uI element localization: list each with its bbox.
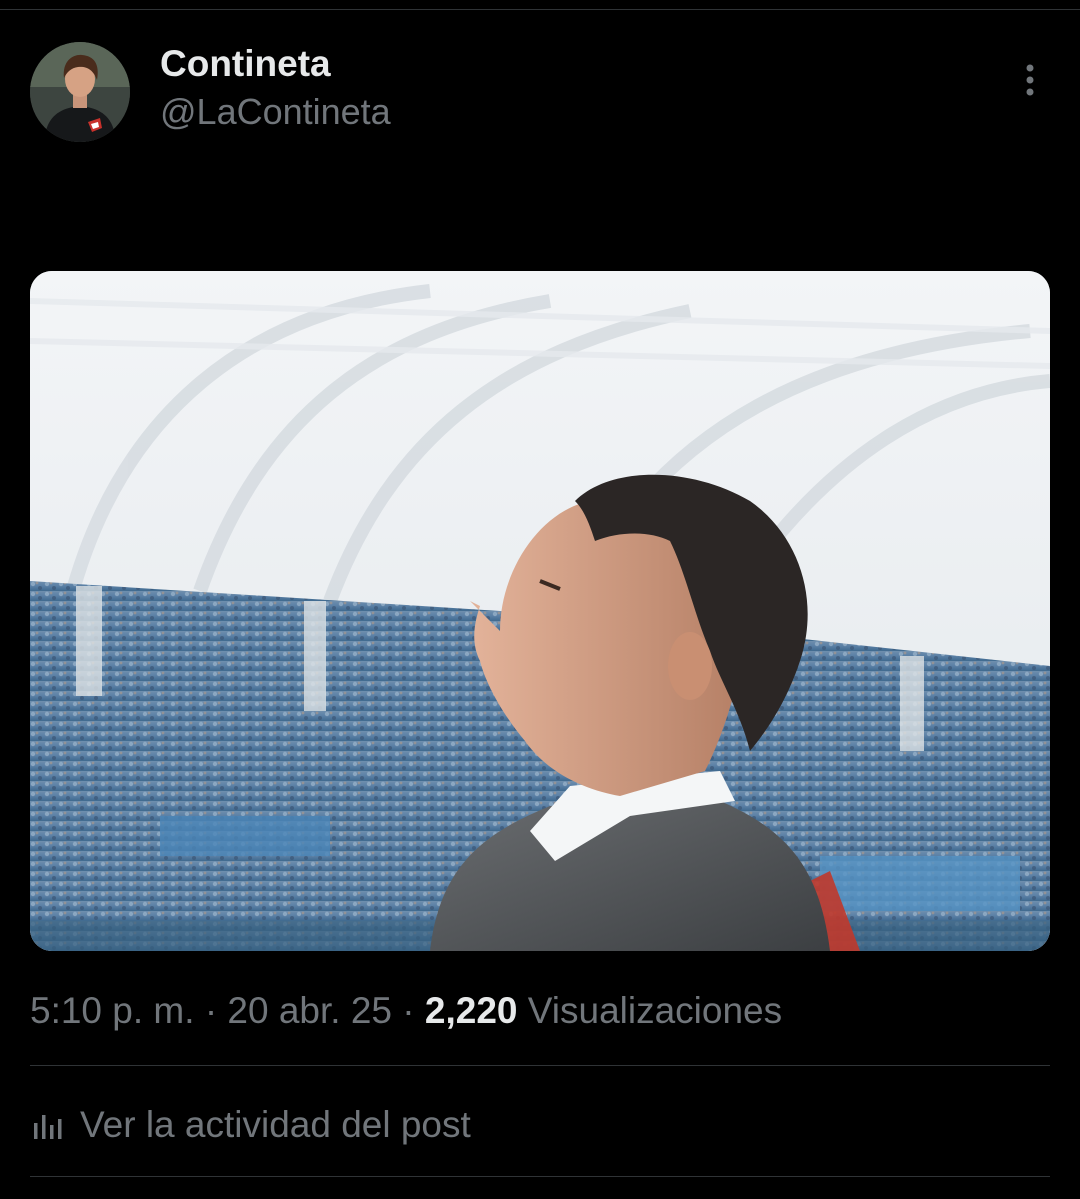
author-handle[interactable]: @LaContineta — [160, 90, 391, 134]
analytics-icon — [30, 1107, 66, 1143]
avatar-photo-icon — [30, 42, 130, 142]
views-label: Visualizaciones — [527, 990, 783, 1031]
photo-image — [30, 271, 1050, 951]
views-count: 2,220 — [424, 990, 518, 1031]
post-meta: 5:10 p. m. · 20 abr. 25 · 2,220 Visualiz… — [30, 988, 782, 1034]
top-divider — [0, 9, 1080, 10]
post-photo[interactable] — [30, 271, 1050, 951]
activity-divider — [30, 1176, 1050, 1177]
meta-separator: · — [204, 990, 218, 1031]
more-options-button[interactable] — [1008, 58, 1052, 102]
author-avatar[interactable] — [30, 42, 130, 142]
meta-separator: · — [402, 990, 415, 1031]
view-post-activity-button[interactable]: Ver la actividad del post — [30, 1098, 471, 1152]
post-date[interactable]: 20 abr. 25 — [227, 990, 392, 1031]
view-post-activity-label: Ver la actividad del post — [80, 1104, 471, 1145]
author-display-name[interactable]: Contineta — [160, 42, 331, 86]
more-vertical-icon — [1026, 64, 1034, 96]
meta-divider — [30, 1065, 1050, 1066]
post-time[interactable]: 5:10 p. m. — [30, 990, 195, 1031]
